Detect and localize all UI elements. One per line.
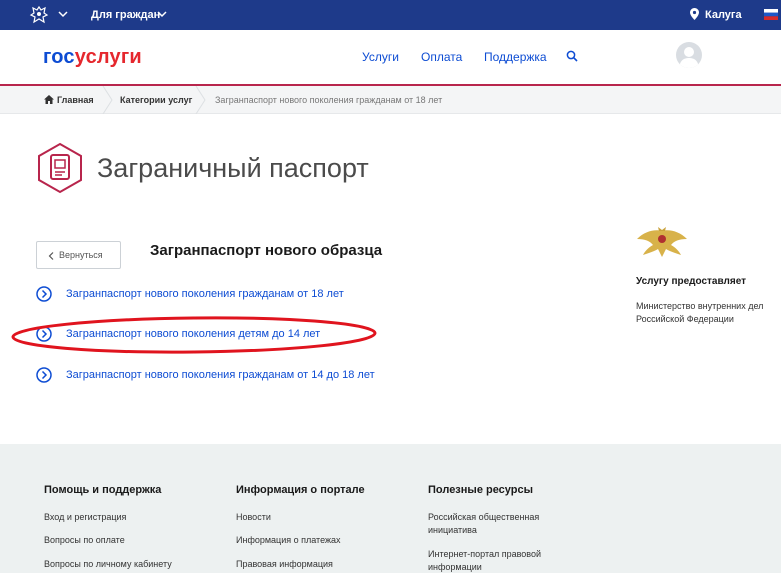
back-button[interactable]: Вернуться xyxy=(36,241,121,269)
footer-info-title: Информация о портале xyxy=(236,484,365,496)
passport-adults-link[interactable]: Загранпаспорт нового поколения гражданам… xyxy=(66,288,344,300)
footer-link-payments-info[interactable]: Информация о платежах xyxy=(236,534,341,547)
footer-link-login[interactable]: Вход и регистрация xyxy=(44,511,126,524)
russian-flag-icon[interactable] xyxy=(764,9,778,20)
mvd-emblem-icon xyxy=(637,227,687,257)
footer-resources-title: Полезные ресурсы xyxy=(428,484,534,496)
passport-icon xyxy=(38,142,82,194)
breadcrumb-current: Загранпаспорт нового поколения гражданам… xyxy=(215,95,443,105)
gosuslugi-logo[interactable]: госуслуги xyxy=(43,46,142,69)
home-icon xyxy=(44,95,54,104)
user-icon xyxy=(679,47,699,68)
passport-teens-link[interactable]: Загранпаспорт нового поколения гражданам… xyxy=(66,369,375,381)
search-icon[interactable] xyxy=(566,50,578,62)
footer-link-legal-portal-cont[interactable]: информации xyxy=(428,561,482,574)
breadcrumb: Главная Категории услуг Загранпаспорт но… xyxy=(0,86,781,114)
footer-link-payment-questions[interactable]: Вопросы по оплате xyxy=(44,534,125,547)
chevron-right-circle-icon xyxy=(36,367,52,383)
breadcrumb-categories[interactable]: Категории услуг xyxy=(120,95,192,105)
page-title: Заграничный паспорт xyxy=(97,153,369,183)
chevron-down-icon[interactable] xyxy=(58,9,68,19)
footer-link-account-questions[interactable]: Вопросы по личному кабинету xyxy=(44,558,172,571)
russian-emblem-icon[interactable] xyxy=(28,4,50,26)
chevron-right-circle-icon xyxy=(36,286,52,302)
breadcrumb-home[interactable]: Главная xyxy=(57,95,94,105)
site-footer: Помощь и поддержка Вход и регистрация Во… xyxy=(0,444,781,573)
user-avatar[interactable] xyxy=(676,42,702,68)
footer-link-legal[interactable]: Правовая информация xyxy=(236,558,333,571)
location-pin-icon xyxy=(690,8,699,20)
highlight-annotation xyxy=(11,316,377,354)
breadcrumb-separator xyxy=(102,86,113,114)
footer-link-roi-cont[interactable]: инициатива xyxy=(428,524,477,537)
provider-label: Услугу предоставляет xyxy=(636,276,747,287)
provider-name: Министерство внутренних дел Российской Ф… xyxy=(636,301,764,324)
section-subtitle: Загранпаспорт нового образца xyxy=(150,242,383,259)
city-selector[interactable]: Калуга xyxy=(705,9,742,21)
nav-services[interactable]: Услуги xyxy=(362,50,399,64)
breadcrumb-separator xyxy=(195,86,206,114)
footer-link-news[interactable]: Новости xyxy=(236,511,271,524)
top-bar: Для граждан Калуга xyxy=(0,0,781,30)
audience-selector[interactable]: Для граждан xyxy=(91,9,160,21)
footer-link-legal-portal[interactable]: Интернет-портал правовой xyxy=(428,548,541,561)
nav-payment[interactable]: Оплата xyxy=(421,50,462,64)
footer-help-title: Помощь и поддержка xyxy=(44,484,162,496)
nav-support[interactable]: Поддержка xyxy=(484,50,547,64)
chevron-left-icon xyxy=(48,251,54,260)
footer-link-roi[interactable]: Российская общественная xyxy=(428,511,539,524)
chevron-down-icon[interactable] xyxy=(157,9,167,19)
site-header: госуслуги Услуги Оплата Поддержка xyxy=(0,30,781,85)
